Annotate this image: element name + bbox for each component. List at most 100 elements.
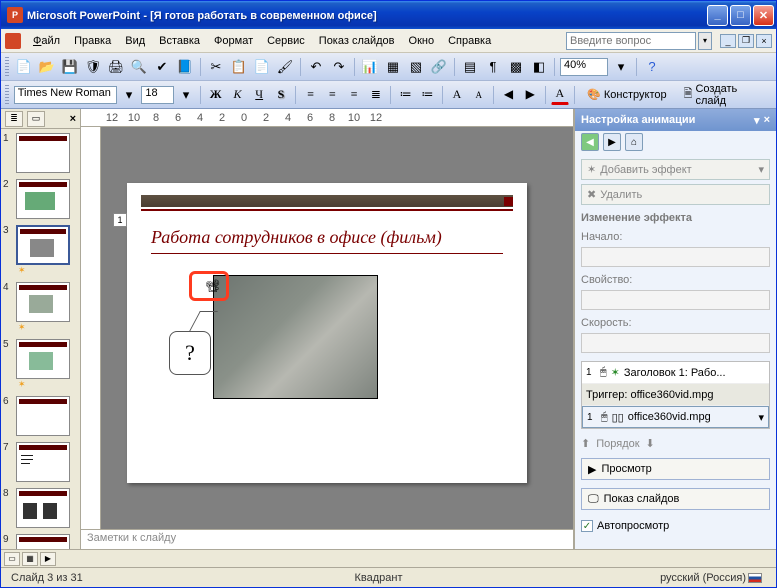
zoom-dropdown-icon[interactable]: ▾ xyxy=(611,57,631,77)
nav-back-button[interactable]: ◀ xyxy=(581,133,599,151)
doc-close-button[interactable]: × xyxy=(756,34,772,48)
size-dropdown-icon[interactable]: ▾ xyxy=(177,85,196,105)
bold-button[interactable]: Ж xyxy=(206,85,225,105)
slide-thumb-7[interactable]: ▬▬▬▬▬▬▬▬▬▬▬ xyxy=(16,442,70,482)
doc-control-icon[interactable] xyxy=(5,33,21,49)
nav-home-button[interactable]: ⌂ xyxy=(625,133,643,151)
slide-thumb-9[interactable] xyxy=(16,534,70,549)
undo-icon[interactable]: ↶ xyxy=(306,57,326,77)
menu-slideshow[interactable]: Показ слайдов xyxy=(313,33,401,49)
slide-canvas[interactable]: 1 Работа сотрудников в офисе (фильм) 📽 ? xyxy=(101,127,573,529)
align-right-button[interactable]: ≡ xyxy=(345,85,364,105)
preview-button[interactable]: ▶Просмотр xyxy=(581,458,770,480)
toolbar-grip[interactable] xyxy=(5,85,9,105)
move-up-button[interactable]: ⬆ xyxy=(581,437,590,450)
paste-icon[interactable]: 📄 xyxy=(252,57,272,77)
menu-file[interactable]: ФФайлайл xyxy=(27,33,66,49)
color-grayscale-icon[interactable]: ◧ xyxy=(529,57,549,77)
slide-thumb-3[interactable] xyxy=(16,225,70,265)
menu-view[interactable]: Вид xyxy=(119,33,151,49)
align-left-button[interactable]: ≡ xyxy=(301,85,320,105)
nav-forward-button[interactable]: ▶ xyxy=(603,133,621,151)
research-icon[interactable]: 📘 xyxy=(175,57,195,77)
doc-minimize-button[interactable]: _ xyxy=(720,34,736,48)
font-size-combo[interactable]: 18 xyxy=(141,86,173,104)
designer-button[interactable]: 🎨Конструктор xyxy=(580,85,673,105)
slides-tab[interactable]: ▭ xyxy=(27,111,45,127)
cut-icon[interactable]: ✂ xyxy=(206,57,226,77)
notes-pane[interactable]: Заметки к слайду xyxy=(81,529,573,549)
minimize-button[interactable]: _ xyxy=(707,5,728,26)
slide-thumb-2[interactable] xyxy=(16,179,70,219)
align-center-button[interactable]: ≡ xyxy=(323,85,342,105)
delete-effect-button[interactable]: ✖Удалить xyxy=(581,184,770,205)
permission-icon[interactable]: 🛡 xyxy=(83,57,103,77)
maximize-button[interactable]: □ xyxy=(730,5,751,26)
open-icon[interactable]: 📂 xyxy=(37,57,57,77)
italic-button[interactable]: К xyxy=(228,85,247,105)
menu-help[interactable]: Справка xyxy=(442,33,497,49)
move-down-button[interactable]: ⬇ xyxy=(646,437,655,450)
redo-icon[interactable]: ↷ xyxy=(329,57,349,77)
ask-dropdown[interactable]: ▾ xyxy=(698,32,712,50)
menu-tools[interactable]: Сервис xyxy=(261,33,311,49)
decrease-font-button[interactable]: A xyxy=(469,85,488,105)
numbering-button[interactable]: ≔ xyxy=(396,85,415,105)
underline-button[interactable]: Ч xyxy=(250,85,269,105)
slide-thumb-8[interactable] xyxy=(16,488,70,528)
menu-format[interactable]: Формат xyxy=(208,33,259,49)
new-icon[interactable]: 📄 xyxy=(14,57,34,77)
ask-question-input[interactable] xyxy=(566,32,696,50)
item-dropdown-icon[interactable]: ▾ xyxy=(758,411,764,424)
slide-thumb-6[interactable] xyxy=(16,396,70,436)
animation-item[interactable]: 1 🖱 ✶ Заголовок 1: Рабо... xyxy=(582,362,769,384)
expand-all-icon[interactable]: ▤ xyxy=(460,57,480,77)
new-slide-button[interactable]: 🗎Создать слайд xyxy=(677,85,772,105)
add-effect-button[interactable]: ✶Добавить эффект▾ xyxy=(581,159,770,180)
font-dropdown-icon[interactable]: ▾ xyxy=(120,85,139,105)
movie-placeholder[interactable] xyxy=(213,275,378,399)
status-language[interactable]: русский (Россия) xyxy=(501,572,746,584)
toolbar-grip[interactable] xyxy=(5,57,9,77)
copy-icon[interactable]: 📋 xyxy=(229,57,249,77)
tables-borders-icon[interactable]: ▧ xyxy=(406,57,426,77)
insert-hyperlink-icon[interactable]: 🔗 xyxy=(429,57,449,77)
font-combo[interactable]: Times New Roman xyxy=(14,86,117,104)
start-select[interactable] xyxy=(581,247,770,267)
zoom-combo[interactable]: 40% xyxy=(560,58,608,76)
slide-thumb-4[interactable] xyxy=(16,282,70,322)
preview-icon[interactable]: 🔍 xyxy=(129,57,149,77)
increase-indent-button[interactable]: ▶ xyxy=(521,85,540,105)
doc-restore-button[interactable]: ❐ xyxy=(738,34,754,48)
format-painter-icon[interactable]: 🖌 xyxy=(275,57,295,77)
help-icon[interactable]: ? xyxy=(642,57,662,77)
bullets-button[interactable]: ≔ xyxy=(418,85,437,105)
print-icon[interactable]: 🖨 xyxy=(106,57,126,77)
normal-view-button[interactable]: ▭ xyxy=(4,552,20,566)
save-icon[interactable]: 💾 xyxy=(60,57,80,77)
taskpane-menu-icon[interactable]: ▾ xyxy=(754,114,760,127)
spelling-icon[interactable]: ✔ xyxy=(152,57,172,77)
movie-icon[interactable]: 📽 xyxy=(205,279,220,293)
sorter-view-button[interactable]: ▦ xyxy=(22,552,38,566)
slide[interactable]: 1 Работа сотрудников в офисе (фильм) 📽 ? xyxy=(127,183,527,483)
slideshow-view-button[interactable]: ▶ xyxy=(40,552,56,566)
slide-thumb-1[interactable] xyxy=(16,133,70,173)
shadow-button[interactable]: S xyxy=(272,85,291,105)
taskpane-close-icon[interactable]: × xyxy=(764,114,770,126)
menu-insert[interactable]: Вставка xyxy=(153,33,206,49)
menu-edit[interactable]: Правка xyxy=(68,33,117,49)
autopreview-check[interactable]: ✓Автопросмотр xyxy=(581,520,770,532)
close-button[interactable]: ✕ xyxy=(753,5,774,26)
grid-icon[interactable]: ▩ xyxy=(506,57,526,77)
font-color-button[interactable]: A xyxy=(551,85,570,105)
show-formatting-icon[interactable]: ¶ xyxy=(483,57,503,77)
slide-thumb-5[interactable] xyxy=(16,339,70,379)
speed-select[interactable] xyxy=(581,333,770,353)
insert-chart-icon[interactable]: 📊 xyxy=(360,57,380,77)
callout-shape[interactable]: ? xyxy=(169,331,211,375)
slideshow-button[interactable]: 🖵Показ слайдов xyxy=(581,488,770,510)
decrease-indent-button[interactable]: ◀ xyxy=(499,85,518,105)
vertical-ruler[interactable] xyxy=(81,127,101,529)
menu-window[interactable]: Окно xyxy=(403,33,441,49)
